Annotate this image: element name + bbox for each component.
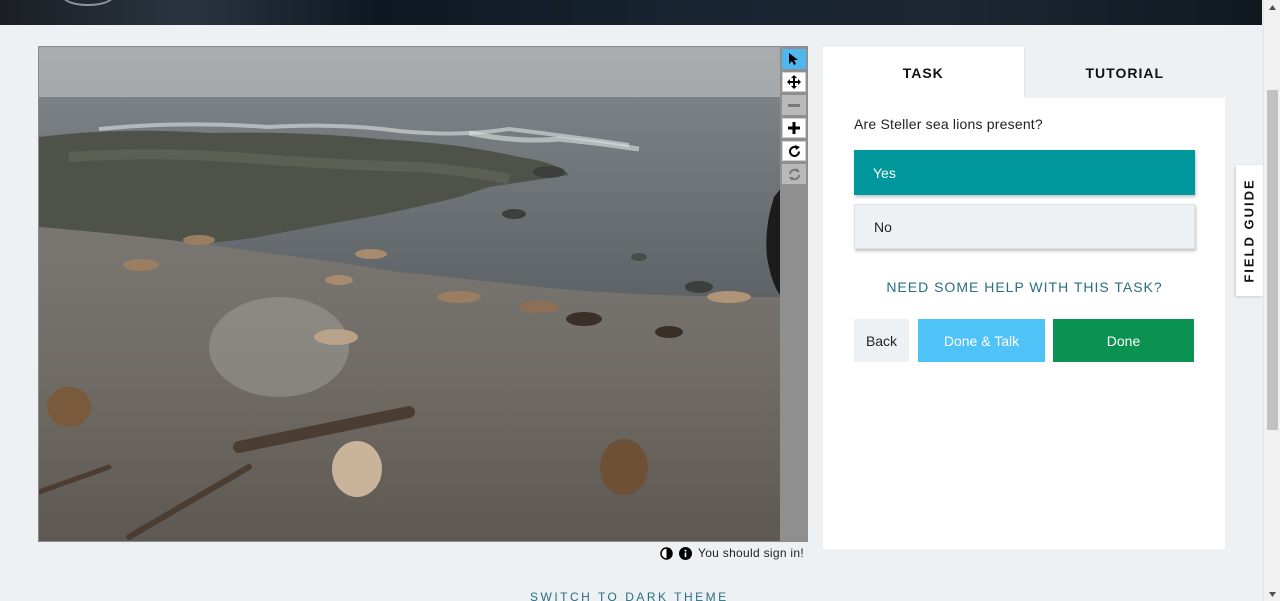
info-icon[interactable] [679,546,692,560]
field-guide-label: FIELD GUIDE [1242,178,1257,283]
back-button[interactable]: Back [854,319,909,362]
top-header [0,0,1262,25]
caret-up-icon [1269,4,1276,10]
tab-tutorial[interactable]: TUTORIAL [1023,47,1225,98]
reset-button[interactable] [782,164,806,184]
caret-down-icon [1269,591,1276,597]
rotate-button[interactable] [782,141,806,161]
move-tool-button[interactable] [782,72,806,92]
subject-image-viewer[interactable] [38,46,781,542]
minus-icon [788,104,800,107]
contrast-icon[interactable] [660,546,673,560]
switch-theme-link[interactable]: SWITCH TO DARK THEME [530,590,729,601]
reset-icon [788,167,800,181]
subject-photo [39,47,780,541]
viewer-footer: You should sign in! [660,545,804,561]
avatar[interactable] [62,0,114,6]
help-link[interactable]: NEED SOME HELP WITH THIS TASK? [854,279,1195,295]
plus-icon [788,122,800,134]
rotate-icon [788,144,800,157]
task-question: Are Steller sea lions present? [854,116,1043,132]
answer-no-button[interactable]: No [854,204,1195,249]
scroll-down-arrow[interactable] [1264,587,1280,601]
move-arrows-icon [787,75,801,89]
image-toolbar [780,46,808,542]
zoom-in-button[interactable] [782,118,806,138]
scroll-thumb[interactable] [1267,90,1278,430]
done-and-talk-button[interactable]: Done & Talk [918,319,1045,362]
page-scrollbar[interactable] [1263,0,1280,601]
zoom-out-button[interactable] [782,95,806,115]
panel-tabs: TASK TUTORIAL [823,47,1225,98]
pointer-tool-button[interactable] [782,49,806,69]
sign-in-message: You should sign in! [698,546,805,560]
scroll-up-arrow[interactable] [1264,0,1280,14]
answer-yes-button[interactable]: Yes [854,150,1195,195]
tab-task[interactable]: TASK [823,47,1024,98]
done-button[interactable]: Done [1053,319,1194,362]
task-panel: TASK TUTORIAL Are Steller sea lions pres… [823,47,1225,549]
arrow-cursor-icon [789,53,798,65]
field-guide-tab[interactable]: FIELD GUIDE [1236,165,1263,296]
